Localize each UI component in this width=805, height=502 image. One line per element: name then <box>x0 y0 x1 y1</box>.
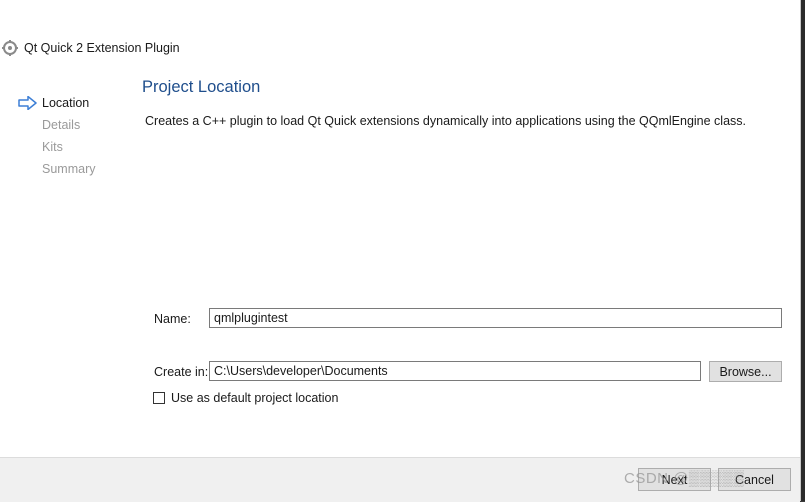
page-description: Creates a C++ plugin to load Qt Quick ex… <box>145 114 747 128</box>
step-location: Location <box>18 92 128 114</box>
step-label: Summary <box>42 162 96 176</box>
title-bar: Qt Quick 2 Extension Plugin <box>0 36 790 60</box>
create-in-input[interactable] <box>209 361 701 381</box>
step-details: Details <box>18 114 128 136</box>
step-label: Location <box>42 96 90 110</box>
default-location-option[interactable]: Use as default project location <box>153 391 338 405</box>
step-kits: Kits <box>18 136 128 158</box>
wizard-window: Qt Quick 2 Extension Plugin Location Det… <box>0 0 801 502</box>
default-location-label: Use as default project location <box>171 391 339 405</box>
wizard-steps: Location Details Kits Summary <box>18 92 128 180</box>
qt-creator-icon <box>2 40 18 56</box>
default-location-checkbox[interactable] <box>153 392 165 404</box>
browse-button[interactable]: Browse... <box>709 361 782 382</box>
background-strip <box>801 0 805 501</box>
name-label: Name: <box>154 312 191 326</box>
name-input[interactable] <box>209 308 782 328</box>
create-in-label: Create in: <box>154 365 209 379</box>
page-title: Project Location <box>142 78 261 96</box>
current-step-arrow-icon <box>18 96 37 110</box>
step-summary: Summary <box>18 158 128 180</box>
step-label: Details <box>42 118 81 132</box>
window-title: Qt Quick 2 Extension Plugin <box>24 41 180 55</box>
step-label: Kits <box>42 140 63 154</box>
watermark: CSDN @▒▒▒▒▒ <box>624 470 745 487</box>
